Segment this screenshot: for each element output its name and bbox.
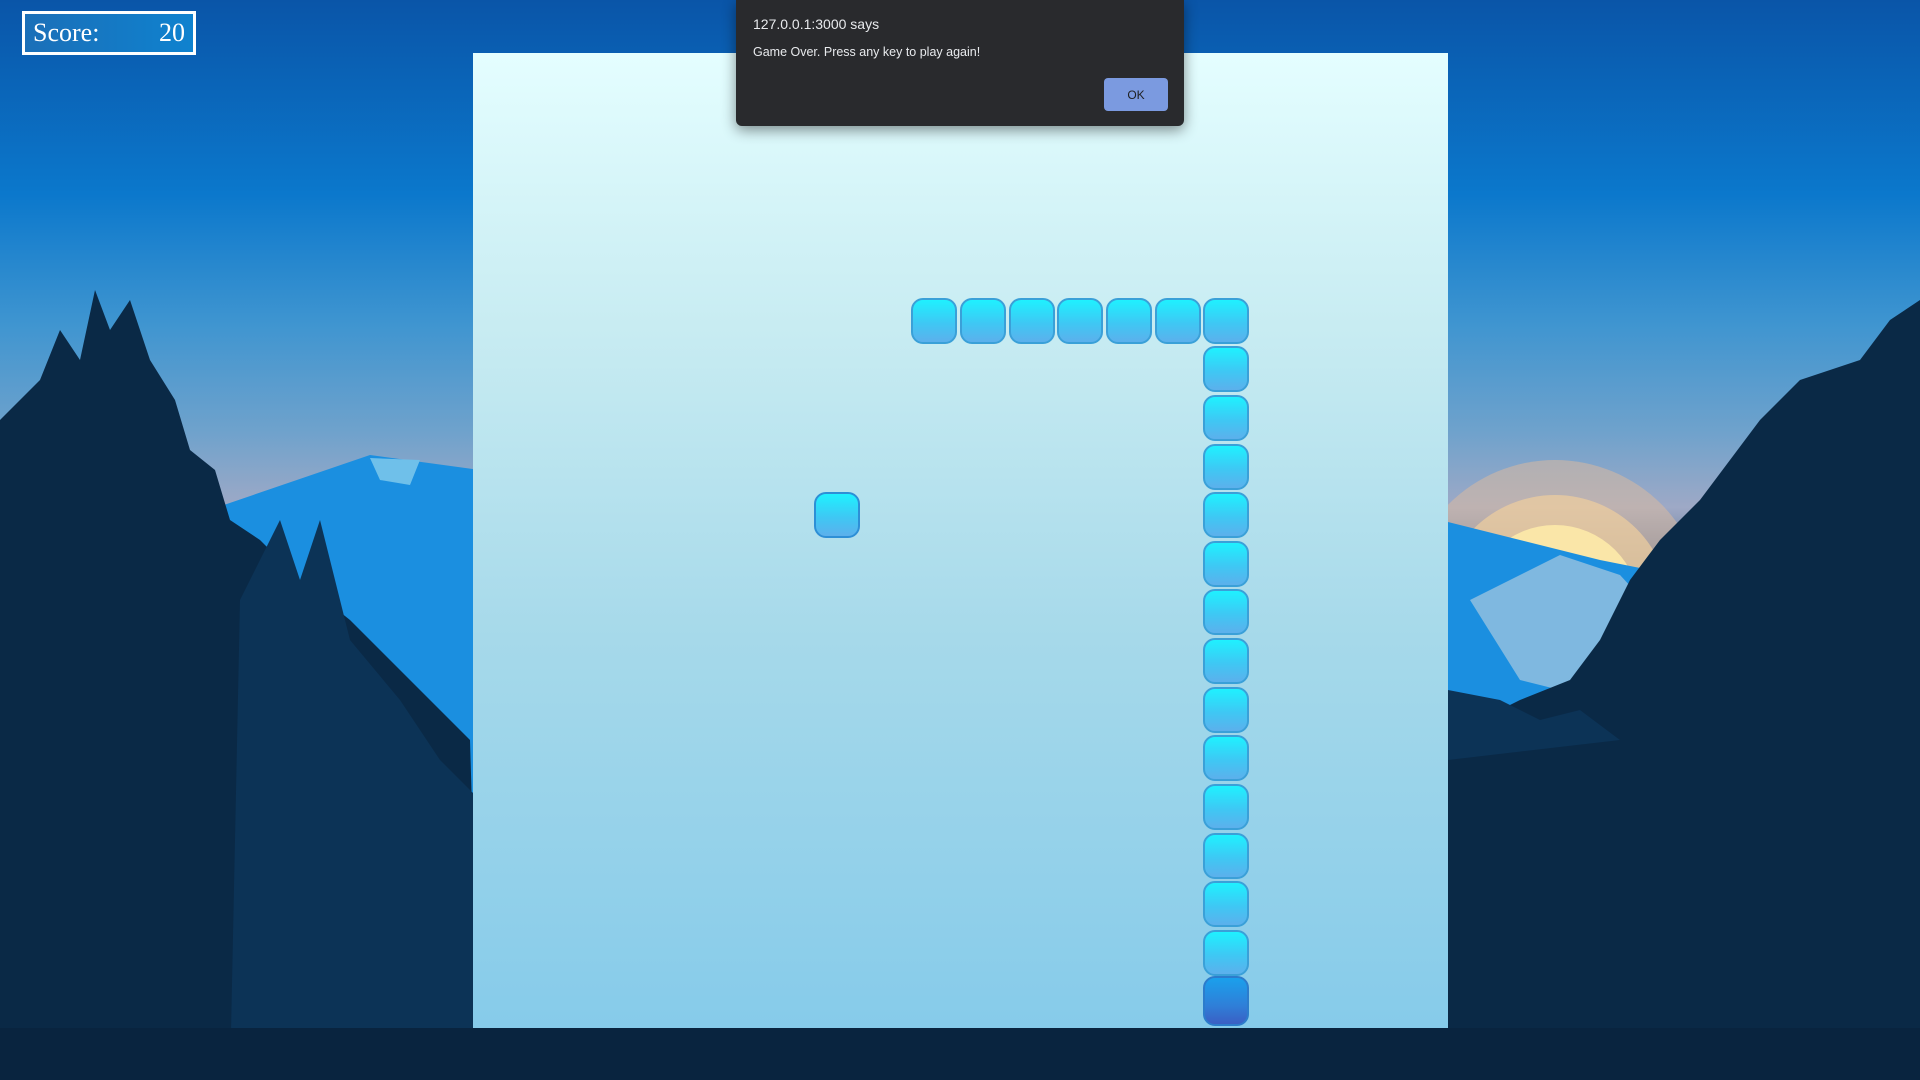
snake-segment <box>1203 541 1249 587</box>
snake-segment <box>1203 930 1249 976</box>
score-value: 20 <box>159 18 185 47</box>
alert-dialog: 127.0.0.1:3000 says Game Over. Press any… <box>736 0 1184 126</box>
snake-segment <box>1106 298 1152 344</box>
snake-segment <box>1203 784 1249 830</box>
food-block <box>814 492 860 538</box>
snake-segment <box>1009 298 1055 344</box>
snake-segment <box>1203 833 1249 879</box>
dialog-title: 127.0.0.1:3000 says <box>753 16 880 32</box>
snake-segment <box>960 298 1006 344</box>
score-display: Score: 20 <box>22 11 196 55</box>
snake-segment <box>1057 298 1103 344</box>
snake-segment <box>1203 687 1249 733</box>
game-screen: Score: 20 127.0.0.1:3000 says Game Over.… <box>0 0 1920 1080</box>
snake-segment <box>1203 881 1249 927</box>
snake-segment <box>1203 346 1249 392</box>
snake-segment <box>1203 492 1249 538</box>
snake-segment <box>1203 395 1249 441</box>
snake-segment <box>1155 298 1201 344</box>
game-board[interactable] <box>473 53 1448 1028</box>
snake-segment <box>1203 298 1249 344</box>
snake-segment <box>1203 638 1249 684</box>
dialog-message: Game Over. Press any key to play again! <box>753 45 981 59</box>
snake-segment <box>1203 589 1249 635</box>
ok-button[interactable]: OK <box>1104 78 1168 111</box>
score-label: Score: <box>33 18 100 47</box>
snake-segment <box>1203 444 1249 490</box>
snake-segment <box>1203 735 1249 781</box>
snake-segment <box>911 298 957 344</box>
snake-head <box>1203 976 1249 1026</box>
ground <box>0 1028 1920 1080</box>
